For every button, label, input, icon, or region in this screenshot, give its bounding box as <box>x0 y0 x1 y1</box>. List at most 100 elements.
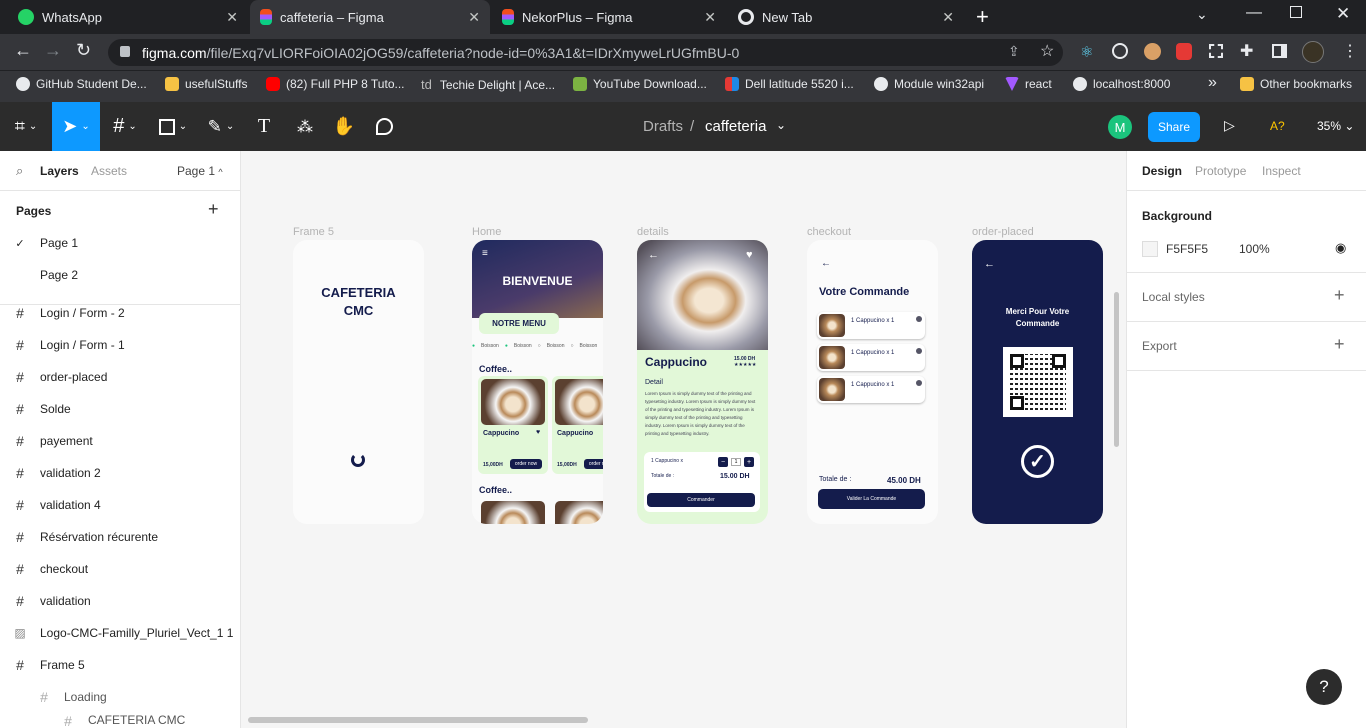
tab-layers[interactable]: Layers <box>40 164 79 178</box>
layer-item[interactable]: # order-placed <box>0 361 240 393</box>
layer-item[interactable]: # validation 2 <box>0 457 240 489</box>
close-tab-icon[interactable]: ✕ <box>468 9 480 26</box>
add-page-icon[interactable]: + <box>208 199 219 220</box>
close-tab-icon[interactable]: ✕ <box>226 9 238 26</box>
file-name[interactable]: caffeteria <box>705 118 766 135</box>
main-menu-button[interactable]: ⌗ ⌄ <box>0 102 52 151</box>
tab-caffeteria[interactable]: caffeteria – Figma ✕ <box>250 0 490 34</box>
close-window-icon[interactable]: ✕ <box>1336 4 1350 24</box>
user-avatar[interactable]: M <box>1108 115 1132 139</box>
page-item-2[interactable]: Page 2 <box>0 259 240 291</box>
bookmark-usefulstuffs[interactable]: usefulStuffs <box>165 77 247 91</box>
frame-checkout[interactable]: ← Votre Commande 1 Cappucino x 1 1 Cappu… <box>807 240 938 524</box>
resources-tool[interactable]: ⁂ <box>286 102 324 151</box>
frame-splash[interactable]: CAFETERIA CMC <box>293 240 424 524</box>
tab-inspect[interactable]: Inspect <box>1262 164 1301 178</box>
bookmark-react[interactable]: react <box>1005 77 1052 91</box>
bookmark-localhost[interactable]: localhost:8000 <box>1073 77 1170 91</box>
pen-tool[interactable]: ✎ ⌄ <box>198 102 244 151</box>
layer-item-child[interactable]: # Loading <box>0 681 240 713</box>
frame-details[interactable]: ← ♥ Cappucino 15.00 DH ★★★★★ Detail Lore… <box>637 240 768 524</box>
page-item-1[interactable]: ✓ Page 1 <box>0 227 240 259</box>
visibility-eye-icon[interactable]: ◉ <box>1335 240 1346 256</box>
chrome-menu-icon[interactable]: ⋮ <box>1342 41 1358 61</box>
layer-item-child[interactable]: # CAFETERIA CMC <box>0 713 240 728</box>
frame-label[interactable]: details <box>637 226 669 238</box>
layer-item[interactable]: # checkout <box>0 553 240 585</box>
add-export-icon[interactable]: + <box>1334 334 1345 355</box>
frame-label[interactable]: Home <box>472 226 501 238</box>
heart-icon: ♥ <box>536 429 541 436</box>
share-page-icon[interactable]: ⇪ <box>1008 43 1020 60</box>
file-menu-chevron-icon[interactable]: ⌄ <box>776 118 786 132</box>
present-icon[interactable]: ▷ <box>1224 117 1235 134</box>
page-selector[interactable]: Page 1 ^ <box>177 164 223 178</box>
horizontal-scrollbar[interactable] <box>248 717 588 723</box>
zoom-level[interactable]: 35% ⌄ <box>1317 119 1354 133</box>
frame-tool[interactable]: # ⌄ <box>102 102 148 151</box>
screenshot-icon[interactable] <box>1209 44 1223 58</box>
forward-icon[interactable]: → <box>44 40 62 61</box>
background-opacity[interactable]: 100% <box>1239 242 1270 256</box>
breadcrumb-drafts[interactable]: Drafts <box>643 118 683 135</box>
layers-search-icon[interactable]: ⌕ <box>16 163 23 179</box>
bookmark-win32api[interactable]: Module win32api <box>874 77 984 91</box>
tab-assets[interactable]: Assets <box>91 164 127 178</box>
extension-icon[interactable] <box>1112 43 1128 59</box>
address-bar[interactable]: figma.com/file/Exq7vLIORFoiOIA02jOG59/ca… <box>108 39 1063 66</box>
layer-item[interactable]: # Solde <box>0 393 240 425</box>
frame-order-placed[interactable]: ← Merci Pour Votre Commande ✓ <box>972 240 1103 524</box>
minimize-icon[interactable]: — <box>1246 4 1262 22</box>
tab-prototype[interactable]: Prototype <box>1195 164 1246 178</box>
back-icon[interactable]: ← <box>14 40 32 61</box>
reload-icon[interactable]: ↻ <box>76 40 91 61</box>
share-button[interactable]: Share <box>1148 112 1200 142</box>
layer-item[interactable]: # Frame 5 <box>0 649 240 681</box>
background-hex[interactable]: F5F5F5 <box>1166 242 1208 256</box>
extension-face-icon[interactable] <box>1144 43 1161 60</box>
layer-item[interactable]: # Login / Form - 2 <box>0 297 240 329</box>
close-tab-icon[interactable]: ✕ <box>704 9 716 26</box>
layer-item[interactable]: # Login / Form - 1 <box>0 329 240 361</box>
layer-item[interactable]: # payement <box>0 425 240 457</box>
profile-avatar-icon[interactable] <box>1302 41 1324 63</box>
frame-label[interactable]: Frame 5 <box>293 226 334 238</box>
extensions-puzzle-icon[interactable]: ✚ <box>1240 41 1253 61</box>
side-panel-icon[interactable] <box>1272 44 1287 58</box>
bookmark-youtube-download[interactable]: YouTube Download... <box>573 77 707 91</box>
frame-label[interactable]: checkout <box>807 226 851 238</box>
shape-tool[interactable]: ⌄ <box>150 102 196 151</box>
bookmark-techie[interactable]: td Techie Delight | Ace... <box>421 77 555 92</box>
bookmark-php[interactable]: (82) Full PHP 8 Tuto... <box>266 77 405 91</box>
tab-new-tab[interactable]: New Tab ✕ <box>728 0 964 34</box>
bookmark-github[interactable]: GitHub Student De... <box>16 77 147 91</box>
bookmark-dell[interactable]: Dell latitude 5520 i... <box>725 77 854 91</box>
layer-item[interactable]: # validation 4 <box>0 489 240 521</box>
bookmark-other[interactable]: Other bookmarks <box>1240 77 1352 91</box>
add-style-icon[interactable]: + <box>1334 285 1345 306</box>
move-tool[interactable]: ➤ ⌄ <box>52 102 100 151</box>
new-tab-icon[interactable]: + <box>976 4 989 30</box>
tab-search-icon[interactable]: ⌄ <box>1196 6 1208 23</box>
bookmark-star-icon[interactable]: ☆ <box>1040 41 1054 61</box>
help-button[interactable]: ? <box>1306 669 1342 705</box>
vertical-scrollbar[interactable] <box>1114 292 1119 447</box>
tab-whatsapp[interactable]: WhatsApp ✕ <box>8 0 248 34</box>
comment-tool[interactable] <box>366 102 402 151</box>
close-tab-icon[interactable]: ✕ <box>942 9 954 26</box>
tab-nekorplus[interactable]: NekorPlus – Figma ✕ <box>492 0 726 34</box>
text-tool[interactable]: T <box>246 102 282 151</box>
restore-icon[interactable] <box>1290 6 1302 18</box>
layer-item[interactable]: # Résérvation récurente <box>0 521 240 553</box>
layer-item[interactable]: ▨ Logo-CMC-Familly_Pluriel_Vect_1 1 <box>0 617 240 649</box>
frame-label[interactable]: order-placed <box>972 226 1034 238</box>
frame-home[interactable]: ≡ BIENVENUE NOTRE MENU ● Boisson ● Boisson… <box>472 240 603 524</box>
background-swatch[interactable] <box>1142 241 1158 257</box>
accessibility-button[interactable]: A? <box>1270 119 1285 133</box>
more-bookmarks-icon[interactable]: » <box>1208 74 1217 92</box>
tab-design[interactable]: Design <box>1142 164 1182 178</box>
adblock-icon[interactable] <box>1176 43 1192 60</box>
react-devtools-icon[interactable]: ⚛ <box>1080 43 1093 61</box>
layer-item[interactable]: # validation <box>0 585 240 617</box>
hand-tool[interactable]: ✋ <box>326 102 362 151</box>
